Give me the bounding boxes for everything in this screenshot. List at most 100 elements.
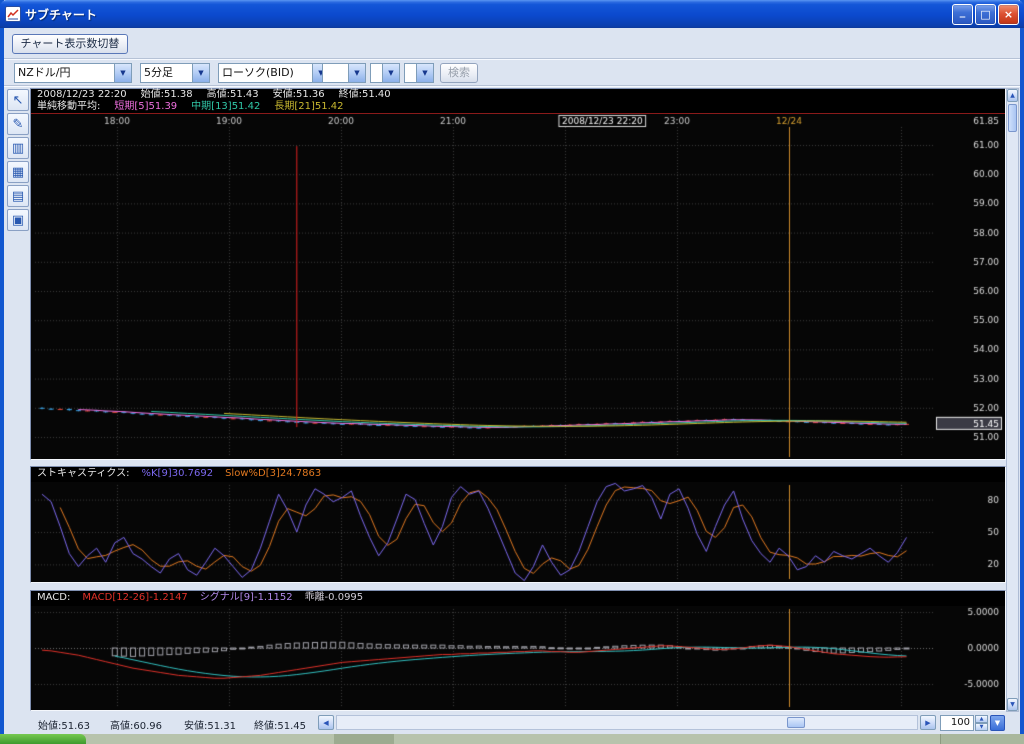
main-chart-panel: 2008/12/23 22:20 始値:51.38 高値:51.43 安値:51.36… xyxy=(30,88,1006,460)
minimize-button[interactable]: _ xyxy=(952,4,973,25)
ma-info-bar: 単純移動平均: 短期[5]51.39 中期[13]51.42 長期[21]51.42 xyxy=(31,101,1005,114)
scroll-left-icon: ◀ xyxy=(323,719,328,727)
print-tool-button[interactable]: ▤ xyxy=(7,185,29,207)
scroll-up-icon: ▲ xyxy=(1010,92,1015,99)
scroll-right-button[interactable]: ▶ xyxy=(920,715,936,730)
select-tool-icon: ↖ xyxy=(13,93,24,108)
chart-type-value: ローソク(BID) xyxy=(219,64,312,82)
close-button[interactable]: × xyxy=(998,4,1019,25)
pencil-icon: ✎ xyxy=(13,117,24,132)
chevron-down-icon[interactable]: ▼ xyxy=(416,64,433,82)
subwindow-tool-button[interactable]: ▣ xyxy=(7,209,29,231)
app-icon xyxy=(5,6,21,22)
scroll-right-icon: ▶ xyxy=(925,719,930,727)
bar-chart-icon: ▥ xyxy=(12,141,24,156)
chevron-down-icon[interactable]: ▼ xyxy=(382,64,399,82)
filter-combo-1[interactable]: ▼ xyxy=(322,63,366,83)
horizontal-scrollbar[interactable] xyxy=(336,715,918,730)
candle-high: 高値:51.43 xyxy=(207,89,259,100)
titlebar[interactable]: サブチャート _ □ × xyxy=(0,0,1024,28)
chevron-down-icon: ▼ xyxy=(995,719,1000,727)
horizontal-scroll-thumb[interactable] xyxy=(787,717,805,728)
close-icon: × xyxy=(1004,8,1013,21)
filter-combo-3[interactable]: ▼ xyxy=(404,63,434,83)
macd-value-label: MACD[12-26]-1.2147 xyxy=(82,592,187,603)
period-close-label: 終値:51.45 xyxy=(254,717,306,732)
macd-divergence-label: 乖離-0.0995 xyxy=(305,592,364,603)
stochastics-info-bar: ストキャスティクス: %K[9]30.7692 Slow%D[3]24.7863 xyxy=(31,467,1005,482)
status-bar: 始値:51.63 高値:60.96 安値:51.31 終値:51.45 ◀ ▶ … xyxy=(4,714,1020,732)
minimize-icon: _ xyxy=(960,5,966,18)
zoom-spinner-up-button[interactable]: ▲ xyxy=(975,715,988,723)
candle-open: 始値:51.38 xyxy=(141,89,193,100)
ma-prefix-label: 単純移動平均: xyxy=(37,101,100,112)
timeframe-value: 5分足 xyxy=(141,64,192,82)
zoom-spinner-down-button[interactable]: ▼ xyxy=(975,723,988,731)
main-price-chart[interactable] xyxy=(31,114,1005,459)
macd-panel: MACD: MACD[12-26]-1.2147 シグナル[9]-1.1152 乖離-… xyxy=(30,590,1006,711)
filter-combo-2-value xyxy=(371,64,382,82)
search-button[interactable]: 検索 xyxy=(440,63,478,83)
toolbar-divider xyxy=(4,85,1020,87)
stochastics-panel: ストキャスティクス: %K[9]30.7692 Slow%D[3]24.7863 xyxy=(30,466,1006,583)
app-window: サブチャート _ □ × チャート表示数切替 NZドル/円 ▼ 5分足 ▼ ロー… xyxy=(0,0,1024,734)
period-high-label: 高値:60.96 xyxy=(110,717,162,732)
system-tray xyxy=(940,734,1024,744)
zoom-value-input[interactable]: 100 xyxy=(940,715,974,731)
tool-sidebar: ↖ ✎ ▥ ▦ ▤ ▣ xyxy=(5,88,33,233)
macd-info-bar: MACD: MACD[12-26]-1.2147 シグナル[9]-1.1152 乖離-… xyxy=(31,591,1005,606)
ma-short-label: 短期[5]51.39 xyxy=(114,101,177,112)
macd-chart[interactable] xyxy=(31,606,1005,710)
stochastics-k-label: %K[9]30.7692 xyxy=(141,468,213,479)
chevron-down-icon[interactable]: ▼ xyxy=(192,64,209,82)
candle-low: 安値:51.36 xyxy=(273,89,325,100)
ma-long-label: 長期[21]51.42 xyxy=(274,101,343,112)
currency-pair-value: NZドル/円 xyxy=(15,64,114,82)
stochastics-chart[interactable] xyxy=(31,482,1005,582)
taskbar xyxy=(0,734,1024,744)
candle-datetime: 2008/12/23 22:20 xyxy=(37,89,127,100)
scroll-up-button[interactable]: ▲ xyxy=(1007,89,1018,102)
chevron-down-icon[interactable]: ▼ xyxy=(114,64,131,82)
timeframe-select[interactable]: 5分足 ▼ xyxy=(140,63,210,83)
period-open-label: 始値:51.63 xyxy=(38,717,90,732)
spinner-up-icon: ▲ xyxy=(980,716,984,722)
vertical-scrollbar[interactable]: ▲ ▼ xyxy=(1006,88,1019,712)
draw-tool-button[interactable]: ✎ xyxy=(7,113,29,135)
candle-close: 終値:51.40 xyxy=(339,89,391,100)
subwindow-icon: ▣ xyxy=(12,213,24,228)
chevron-down-icon[interactable]: ▼ xyxy=(348,64,365,82)
period-low-label: 安値:51.31 xyxy=(184,717,236,732)
maximize-icon: □ xyxy=(980,8,990,21)
chart-count-toggle-button[interactable]: チャート表示数切替 xyxy=(12,34,128,54)
currency-pair-select[interactable]: NZドル/円 ▼ xyxy=(14,63,132,83)
bar-chart-tool-button[interactable]: ▥ xyxy=(7,137,29,159)
stochastics-prefix-label: ストキャスティクス: xyxy=(37,468,129,479)
stochastics-d-label: Slow%D[3]24.7863 xyxy=(225,468,321,479)
candlestick-tool-button[interactable]: ▦ xyxy=(7,161,29,183)
client-area: チャート表示数切替 NZドル/円 ▼ 5分足 ▼ ローソク(BID) ▼ ▼ ▼… xyxy=(4,28,1020,734)
ohlc-info-bar: 2008/12/23 22:20 始値:51.38 高値:51.43 安値:51.36… xyxy=(31,89,1005,101)
filter-combo-3-value xyxy=(405,64,416,82)
start-button[interactable] xyxy=(0,734,86,744)
taskbar-app-button[interactable] xyxy=(334,734,394,744)
zoom-dropdown-button[interactable]: ▼ xyxy=(990,715,1005,731)
maximize-button[interactable]: □ xyxy=(975,4,996,25)
zoom-spinner: ▲ ▼ xyxy=(975,715,988,731)
candlestick-icon: ▦ xyxy=(12,165,24,180)
window-title: サブチャート xyxy=(25,6,950,23)
scroll-down-icon: ▼ xyxy=(1010,701,1015,708)
print-icon: ▤ xyxy=(12,189,24,204)
filter-combo-1-value xyxy=(323,64,348,82)
macd-signal-label: シグナル[9]-1.1152 xyxy=(200,592,293,603)
ma-mid-label: 中期[13]51.42 xyxy=(191,101,260,112)
toolbar-divider xyxy=(4,58,1020,60)
chart-type-select[interactable]: ローソク(BID) ▼ xyxy=(218,63,330,83)
vertical-scroll-thumb[interactable] xyxy=(1008,104,1017,132)
spinner-down-icon: ▼ xyxy=(980,724,984,730)
scroll-left-button[interactable]: ◀ xyxy=(318,715,334,730)
macd-prefix-label: MACD: xyxy=(37,592,70,603)
filter-combo-2[interactable]: ▼ xyxy=(370,63,400,83)
select-tool-button[interactable]: ↖ xyxy=(7,89,29,111)
scroll-down-button[interactable]: ▼ xyxy=(1007,698,1018,711)
